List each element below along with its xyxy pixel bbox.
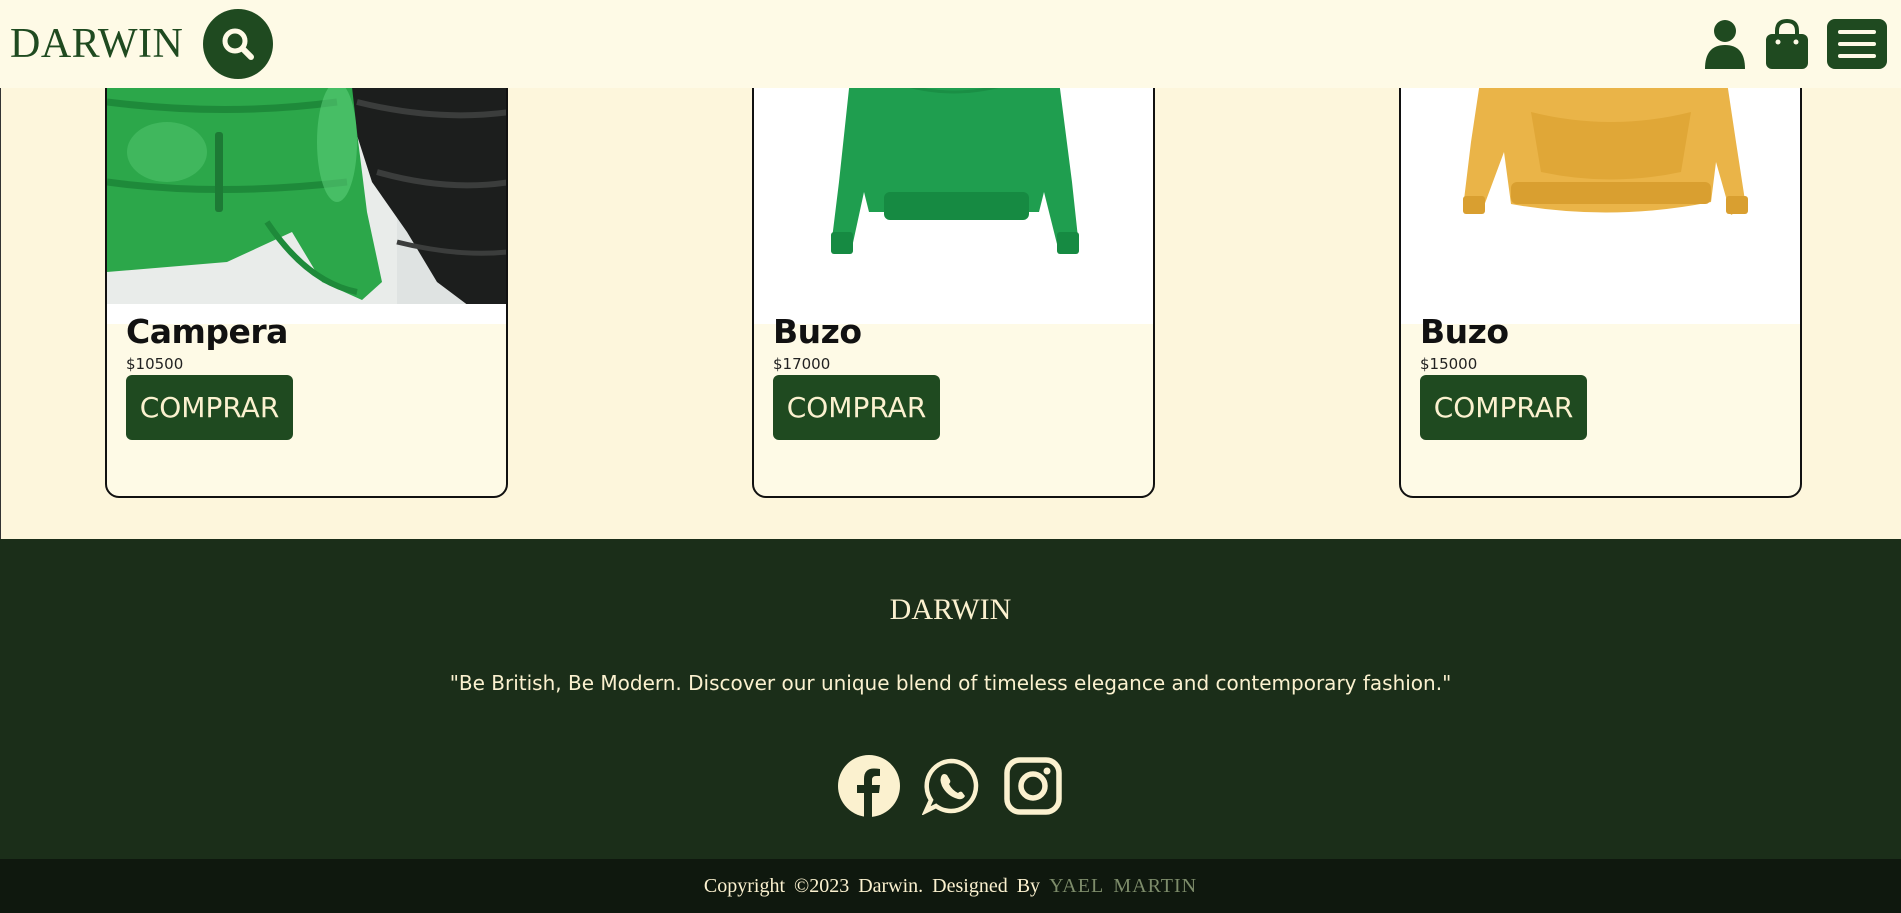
buy-button[interactable]: COMPRAR xyxy=(773,375,940,440)
search-icon xyxy=(222,28,255,60)
facebook-link[interactable] xyxy=(837,755,900,817)
product-price: $17000 xyxy=(773,355,831,373)
buy-button[interactable]: COMPRAR xyxy=(126,375,293,440)
footer-brand: DARWIN xyxy=(889,593,1012,626)
shopping-bag-icon xyxy=(1766,19,1808,69)
footer-tagline: "Be British, Be Modern. Discover our uni… xyxy=(449,671,1452,695)
site-header: DARWIN xyxy=(0,0,1901,88)
designer-link[interactable]: YAEL MARTIN xyxy=(1049,875,1197,897)
whatsapp-link[interactable] xyxy=(920,755,982,817)
instagram-icon xyxy=(1003,757,1062,815)
product-price: $15000 xyxy=(1420,355,1478,373)
user-icon xyxy=(1705,20,1745,69)
product-title: Buzo xyxy=(773,312,862,351)
search-button[interactable] xyxy=(203,9,274,79)
product-price: $10500 xyxy=(126,355,184,373)
product-title: Campera xyxy=(126,312,288,351)
buy-button[interactable]: COMPRAR xyxy=(1420,375,1587,440)
menu-button[interactable] xyxy=(1827,19,1887,69)
product-title: Buzo xyxy=(1420,312,1509,351)
copyright-bar: Copyright ©2023 Darwin. Designed By YAEL… xyxy=(0,859,1901,913)
account-button[interactable] xyxy=(1703,19,1747,69)
social-links xyxy=(0,755,1901,817)
brand-logo[interactable]: DARWIN xyxy=(10,20,183,68)
cart-button[interactable] xyxy=(1765,19,1809,69)
menu-icon xyxy=(1838,30,1876,58)
whatsapp-icon xyxy=(921,758,978,815)
site-footer: DARWIN "Be British, Be Modern. Discover … xyxy=(0,539,1901,859)
copyright-text: Copyright ©2023 Darwin. Designed By xyxy=(703,875,1041,897)
instagram-link[interactable] xyxy=(1002,755,1064,817)
facebook-icon xyxy=(837,755,900,817)
